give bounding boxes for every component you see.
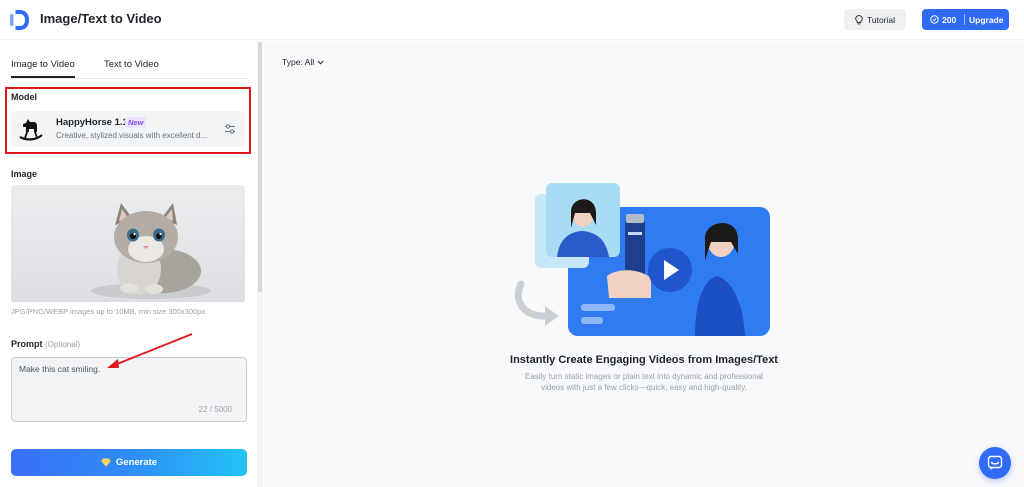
new-badge: New <box>125 117 147 128</box>
tutorial-button[interactable]: Tutorial <box>844 9 906 30</box>
empty-state-title: Instantly Create Engaging Videos from Im… <box>510 354 778 366</box>
mode-tabs: Image to Video Text to Video <box>10 59 248 79</box>
chat-support-button[interactable] <box>979 447 1011 479</box>
prompt-label: Prompt <box>11 339 43 349</box>
image-upload-hint: JPG/PNG/WEBP images up to 10MB, min size… <box>11 307 208 316</box>
credit-coin-icon <box>930 15 939 24</box>
generate-button[interactable]: Generate <box>11 449 247 476</box>
empty-state-illustration <box>514 183 770 336</box>
tutorial-label: Tutorial <box>866 14 896 25</box>
uploaded-image[interactable] <box>11 185 245 302</box>
image-section-label: Image <box>11 169 38 179</box>
empty-state-desc-line-2: videos with just a few clicks—quick, eas… <box>541 382 747 392</box>
page-title: Image/Text to Video <box>40 11 162 26</box>
empty-state-description: Easily turn static images or plain text … <box>264 372 1024 393</box>
diamond-icon <box>101 458 111 467</box>
character-count: 22 / 5000 <box>198 405 232 414</box>
tab-image-to-video[interactable]: Image to Video <box>11 59 75 78</box>
prompt-optional-label: (Optional) <box>45 340 81 349</box>
credits-display: 200 <box>922 15 964 25</box>
credits-count: 200 <box>942 14 957 25</box>
model-description: Creative, stylized visuals with excellen… <box>56 131 208 140</box>
app-logo-icon <box>10 10 29 30</box>
prompt-value: Make this cat smiling. <box>19 364 101 374</box>
type-filter-dropdown[interactable]: Type: All <box>282 57 324 67</box>
prompt-textarea[interactable]: Make this cat smiling. 22 / 5000 <box>11 357 247 422</box>
type-filter-label: Type: All <box>282 57 315 67</box>
lightbulb-icon <box>855 14 863 24</box>
prompt-section-label: Prompt (Optional) <box>11 339 80 349</box>
upgrade-label: Upgrade <box>969 14 1004 25</box>
upgrade-button[interactable]: 200 Upgrade <box>922 9 1009 30</box>
generate-label: Generate <box>115 457 158 468</box>
chat-icon <box>987 455 1003 470</box>
model-selector[interactable]: HappyHorse 1.1 New Creative, stylized vi… <box>11 111 245 147</box>
kitten-photo <box>11 185 245 302</box>
scrollbar-thumb[interactable] <box>258 42 262 292</box>
tab-text-to-video[interactable]: Text to Video <box>104 59 159 78</box>
rocking-horse-icon <box>17 115 45 143</box>
app-header: Image/Text to Video Tutorial 200 Upgrade <box>0 0 1024 40</box>
empty-state-desc-line-1: Easily turn static images or plain text … <box>525 372 763 381</box>
model-name: HappyHorse 1.1 <box>56 117 128 128</box>
settings-sliders-icon[interactable] <box>223 122 237 136</box>
chevron-down-icon <box>317 60 324 65</box>
